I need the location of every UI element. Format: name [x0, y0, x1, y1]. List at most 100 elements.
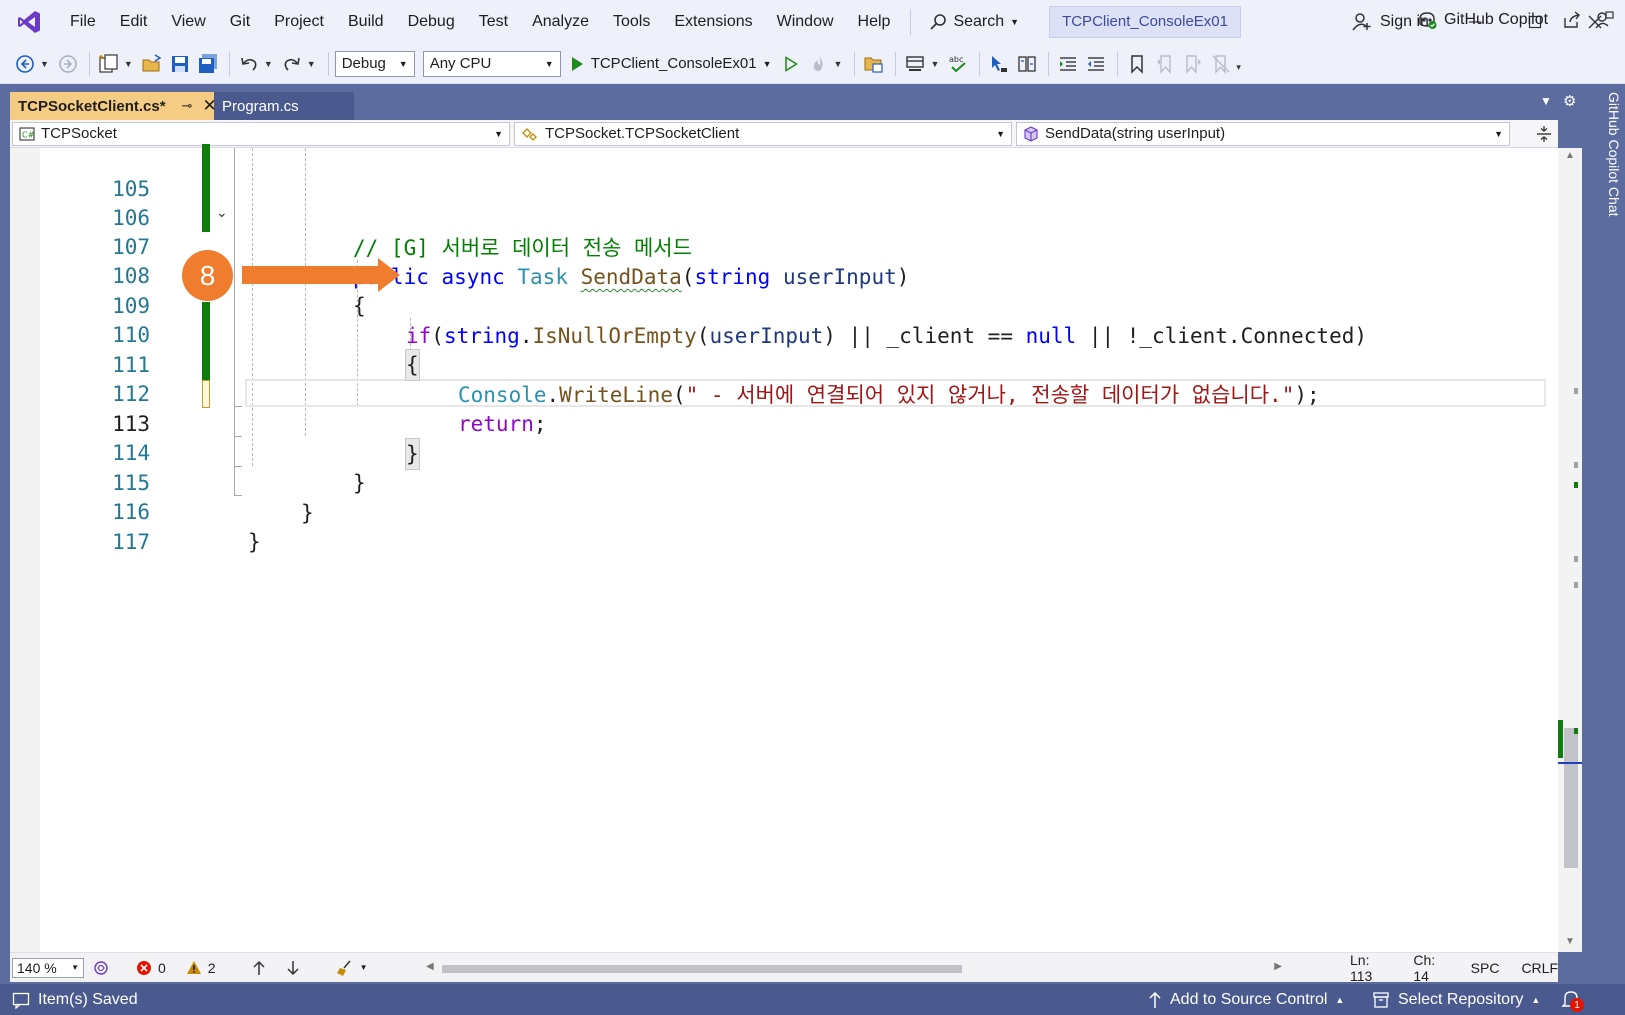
next-bookmark-button[interactable]	[1180, 51, 1206, 77]
code-line-117[interactable]: 117	[10, 497, 1558, 554]
horizontal-scrollbar[interactable]: ◀ ▶	[426, 959, 1282, 977]
save-button[interactable]	[167, 51, 193, 77]
horizontal-scroll-thumb[interactable]	[442, 965, 962, 973]
pointer-select-icon	[992, 55, 1008, 72]
project-dropdown[interactable]: C# TCPSocket ▼	[12, 121, 510, 146]
tab-program[interactable]: Program.cs	[214, 92, 354, 120]
code-line-105[interactable]: 105	[10, 144, 1558, 201]
menu-build[interactable]: Build	[336, 6, 396, 38]
split-editor-button[interactable]	[1532, 122, 1556, 146]
outdent-button[interactable]	[1083, 51, 1109, 77]
redo-button[interactable]	[279, 51, 305, 77]
notifications-button[interactable]: 1	[1560, 989, 1584, 1015]
select-repository-button[interactable]: Select Repository ▲	[1372, 991, 1540, 1009]
line-indicator[interactable]: Ln: 113	[1350, 952, 1391, 984]
indent-button[interactable]	[1055, 51, 1081, 77]
column-indicator[interactable]: Ch: 14	[1413, 952, 1450, 984]
scroll-up-icon[interactable]: ▲	[1565, 150, 1575, 161]
toggle-bookmark-button[interactable]	[1124, 51, 1150, 77]
hot-reload-button[interactable]	[806, 51, 832, 77]
open-file-button[interactable]	[139, 51, 165, 77]
indent-mode-indicator[interactable]: SPC	[1471, 960, 1500, 976]
search-button[interactable]: Search ▼	[919, 6, 1029, 38]
start-debugging-button[interactable]: TCPClient_ConsoleEx01 ▼	[569, 55, 772, 72]
code-line-110[interactable]: 110 {	[10, 290, 1558, 381]
startup-project-label: TCPClient_ConsoleEx01	[590, 55, 757, 72]
new-project-button[interactable]	[96, 51, 122, 77]
select-element-button[interactable]	[986, 51, 1012, 77]
menu-tools[interactable]: Tools	[601, 6, 662, 38]
code-cleanup-button[interactable]: ▼	[336, 959, 368, 977]
share-icon[interactable]	[1562, 10, 1582, 30]
code-line-106[interactable]: 106 // [G] 서버로 데이터 전송 메서드	[10, 173, 1558, 260]
save-all-button[interactable]	[195, 51, 221, 77]
menu-project[interactable]: Project	[262, 6, 336, 38]
scroll-left-icon[interactable]: ◀	[426, 961, 434, 972]
menu-file[interactable]: File	[58, 6, 108, 38]
toolbar-separator	[228, 51, 230, 76]
warnings-indicator[interactable]: 2	[186, 960, 216, 976]
member-dropdown[interactable]: SendData(string userInput) ▼	[1016, 121, 1510, 146]
gear-icon[interactable]: ⚙	[1563, 92, 1576, 110]
scroll-down-icon[interactable]: ▼	[1565, 936, 1575, 947]
tab-tcpsocketclient[interactable]: TCPSocketClient.cs* ⊸ ✕	[10, 92, 217, 120]
code-line-107[interactable]: 107 public async Task SendData(string us…	[10, 202, 1558, 289]
line-ending-indicator[interactable]: CRLF	[1521, 960, 1558, 976]
copilot-chat-side-tab[interactable]: GitHub Copilot Chat	[1594, 88, 1622, 217]
spell-check-button[interactable]: abc	[945, 51, 971, 77]
code-line-114[interactable]: 114 }	[10, 408, 1558, 495]
menu-test[interactable]: Test	[467, 6, 520, 38]
previous-bookmark-button[interactable]	[1152, 51, 1178, 77]
chevron-down-icon[interactable]: ▼	[264, 59, 273, 69]
window-layout-button[interactable]	[902, 51, 928, 77]
solution-explorer-button[interactable]	[861, 51, 887, 77]
previous-issue-button[interactable]	[252, 960, 266, 976]
chevron-down-icon[interactable]: ▼	[124, 59, 133, 69]
compare-files-button[interactable]	[1014, 51, 1040, 77]
spell-check-icon: abc	[949, 55, 967, 72]
chevron-down-icon[interactable]: ▼	[930, 59, 939, 69]
navigate-forward-button[interactable]	[55, 51, 81, 77]
menu-edit[interactable]: Edit	[108, 6, 160, 38]
menu-git[interactable]: Git	[218, 6, 262, 38]
menu-view[interactable]: View	[159, 6, 217, 38]
configuration-select[interactable]: Debug ▼	[334, 50, 415, 77]
chevron-down-icon[interactable]: ▼	[834, 59, 843, 69]
type-dropdown[interactable]: TCPSocket.TCPSocketClient ▼	[514, 121, 1012, 146]
toolbar-overflow-icon[interactable]: ▾	[1236, 62, 1241, 73]
feedback-icon[interactable]	[1594, 10, 1614, 30]
platform-select[interactable]: Any CPU ▼	[422, 50, 561, 77]
menu-analyze[interactable]: Analyze	[520, 6, 601, 38]
scroll-right-icon[interactable]: ▶	[1274, 961, 1282, 972]
vertical-scrollbar[interactable]: ▲ ▼	[1558, 148, 1582, 952]
errors-indicator[interactable]: 0	[136, 960, 166, 976]
undo-button[interactable]	[236, 51, 262, 77]
csharp-project-icon: C#	[19, 126, 35, 141]
visual-studio-logo-icon[interactable]	[14, 7, 44, 37]
menu-extensions[interactable]: Extensions	[662, 6, 764, 38]
undo-icon	[241, 57, 257, 71]
redo-icon	[284, 57, 300, 71]
code-line-115[interactable]: 115 }	[10, 438, 1558, 525]
chevron-down-icon[interactable]: ▼	[307, 59, 316, 69]
code-line-113[interactable]: 113 }	[10, 379, 1558, 470]
clear-bookmarks-button[interactable]	[1208, 51, 1234, 77]
navigate-back-button[interactable]	[12, 51, 38, 77]
code-line-112[interactable]: 112 return;	[10, 349, 1558, 436]
code-line-108[interactable]: 108 {	[10, 231, 1558, 318]
menu-debug[interactable]: Debug	[396, 6, 467, 38]
pin-icon[interactable]: ⊸	[182, 98, 193, 114]
code-line-111[interactable]: 111 Console.WriteLine(" - 서버에 연결되어 있지 않거…	[10, 320, 1558, 407]
github-copilot-button[interactable]: GitHub Copilot	[1416, 6, 1614, 34]
tab-list-dropdown-icon[interactable]: ▼	[1540, 94, 1552, 108]
menu-help[interactable]: Help	[846, 6, 903, 38]
chevron-down-icon[interactable]: ▼	[40, 59, 49, 69]
next-issue-button[interactable]	[286, 960, 300, 976]
intellicode-icon[interactable]	[92, 959, 110, 977]
start-without-debugging-button[interactable]	[778, 51, 804, 77]
zoom-select[interactable]: 140 % ▼	[12, 957, 84, 978]
vertical-scroll-thumb[interactable]	[1564, 728, 1578, 868]
add-to-source-control-button[interactable]: Add to Source Control ▲	[1148, 991, 1344, 1009]
code-line-116[interactable]: 116 }	[10, 467, 1558, 554]
menu-window[interactable]: Window	[765, 6, 846, 38]
